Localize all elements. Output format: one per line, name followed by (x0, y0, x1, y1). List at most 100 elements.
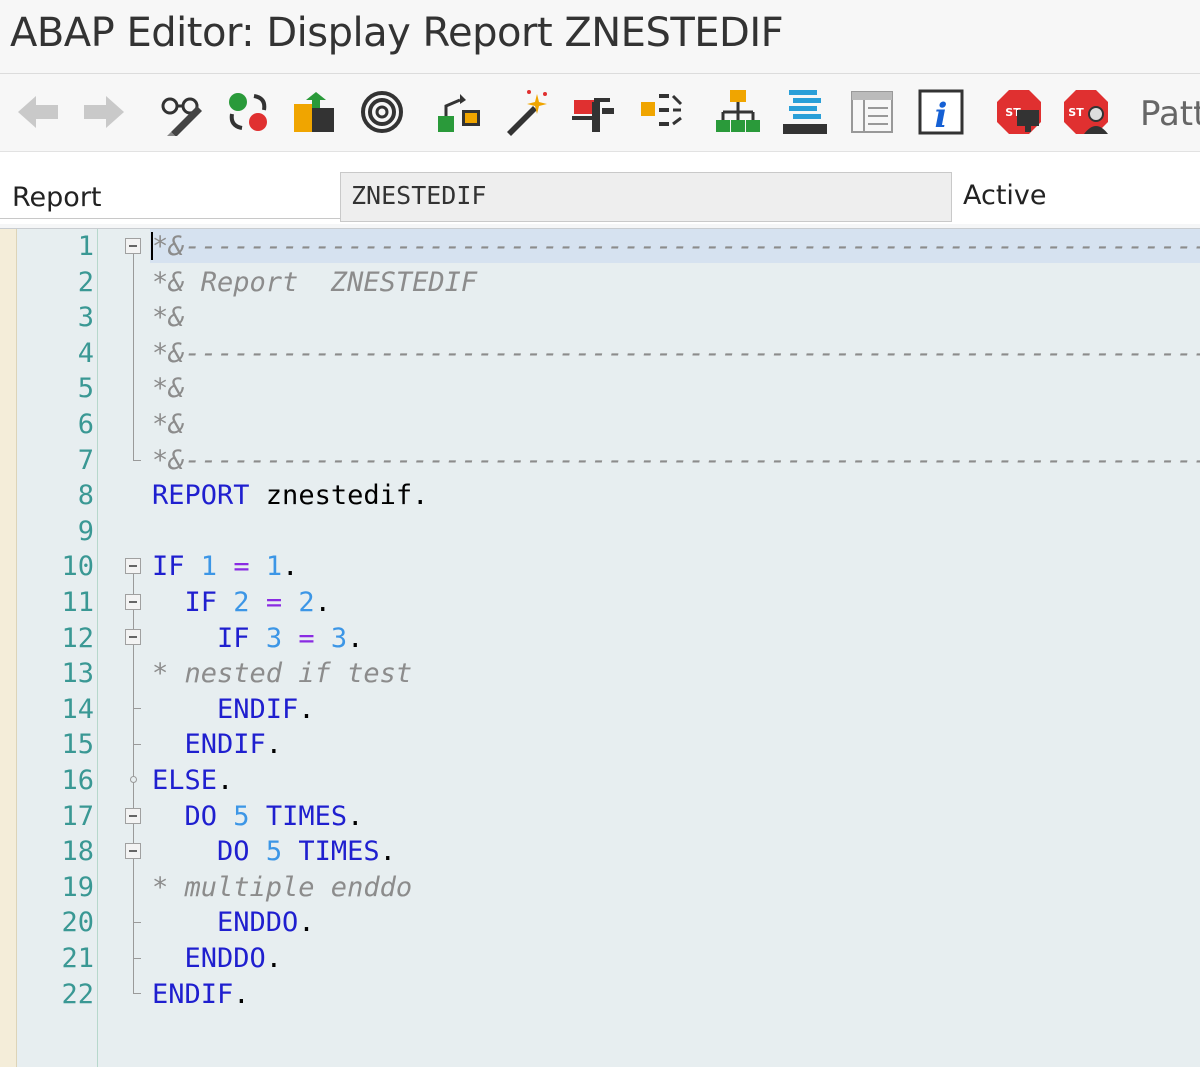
code-token: *& Report ZNESTEDIF (152, 267, 477, 298)
code-line[interactable]: ENDIF. (152, 692, 1200, 727)
code-editor[interactable]: 1 *&-------------------------------------… (0, 228, 1200, 1067)
code-line[interactable]: *& (152, 407, 1200, 442)
code-token (152, 943, 185, 974)
fold-toggle-do-1[interactable] (125, 808, 141, 824)
report-label: Report (12, 182, 102, 213)
line-number: 1 (16, 229, 94, 264)
back-icon[interactable] (14, 88, 62, 136)
code-token (250, 836, 266, 867)
title-bar: ABAP Editor: Display Report ZNESTEDIF (0, 0, 1200, 74)
code-token (250, 801, 266, 832)
code-line[interactable]: IF 2 = 2. (152, 585, 1200, 620)
line-number: 3 (16, 300, 94, 335)
code-line[interactable]: * nested if test (152, 656, 1200, 691)
code-token: znestedif (250, 480, 413, 511)
test-icon[interactable] (503, 88, 551, 136)
code-line[interactable]: IF 1 = 1. (152, 549, 1200, 584)
code-token (152, 729, 185, 760)
code-token: * multiple enddo (152, 872, 412, 903)
code-line[interactable]: IF 3 = 3. (152, 621, 1200, 656)
code-line[interactable]: REPORT znestedif. (152, 478, 1200, 513)
code-token: ENDIF (217, 694, 298, 725)
forward-icon[interactable] (80, 88, 128, 136)
code-token: . (380, 836, 396, 867)
info-icon[interactable]: i (917, 88, 965, 136)
code-token: ENDDO (185, 943, 266, 974)
code-token: REPORT (152, 480, 250, 511)
svg-text:i: i (935, 96, 948, 136)
code-line[interactable]: *&--------------------------------------… (152, 229, 1200, 264)
line-number: 13 (16, 656, 94, 691)
fold-toggle-if-1[interactable] (125, 558, 141, 574)
other-object-icon[interactable] (290, 88, 338, 136)
fold-toggle-do-2[interactable] (125, 843, 141, 859)
enhance-icon[interactable] (848, 88, 896, 136)
line-number: 15 (16, 727, 94, 762)
code-line[interactable]: ENDIF. (152, 727, 1200, 762)
status-label: Active (963, 180, 1047, 211)
code-token (217, 551, 233, 582)
activate-icon[interactable] (436, 88, 484, 136)
code-token: *& (152, 302, 185, 333)
pretty-printer-icon[interactable] (781, 88, 829, 136)
code-token: . (233, 979, 249, 1010)
code-line[interactable]: * multiple enddo (152, 870, 1200, 905)
display-object-list-icon[interactable] (637, 88, 685, 136)
line-number: 9 (16, 514, 94, 549)
report-name-field[interactable]: ZNESTEDIF (340, 172, 952, 222)
code-line[interactable] (152, 514, 1200, 549)
code-line[interactable]: ENDDO. (152, 941, 1200, 976)
code-line[interactable]: ELSE. (152, 763, 1200, 798)
code-token: 1 (266, 551, 282, 582)
code-token: 5 (266, 836, 282, 867)
code-line[interactable]: *&--------------------------------------… (152, 443, 1200, 478)
code-line[interactable]: *& (152, 371, 1200, 406)
code-token (152, 836, 217, 867)
report-label-underline (0, 218, 340, 219)
code-token (152, 907, 217, 938)
editor-margin (0, 229, 17, 1067)
code-token: . (217, 765, 233, 796)
line-number: 16 (16, 763, 94, 798)
line-number: 10 (16, 549, 94, 584)
pattern-button[interactable]: Patt (1140, 94, 1200, 134)
code-line[interactable]: DO 5 TIMES. (152, 799, 1200, 834)
line-number: 4 (16, 336, 94, 371)
fold-toggle-header[interactable] (125, 238, 141, 254)
code-token: ENDIF (185, 729, 266, 760)
code-token (152, 694, 217, 725)
code-token: . (266, 943, 282, 974)
fold-end-tick (133, 993, 141, 994)
code-line[interactable]: DO 5 TIMES. (152, 834, 1200, 869)
set-breakpoint-icon[interactable]: ST (995, 88, 1043, 136)
code-token: ELSE (152, 765, 217, 796)
where-used-icon[interactable] (570, 88, 618, 136)
code-token (250, 587, 266, 618)
external-breakpoint-icon[interactable]: ST (1062, 88, 1110, 136)
code-line[interactable]: *& Report ZNESTEDIF (152, 265, 1200, 300)
code-token (250, 623, 266, 654)
fold-end-tick (133, 744, 141, 745)
fold-toggle-if-2[interactable] (125, 594, 141, 610)
code-token: 3 (266, 623, 282, 654)
navigation-window-icon[interactable] (714, 88, 762, 136)
code-token: . (315, 587, 331, 618)
fold-guide (133, 254, 134, 461)
active-inactive-icon[interactable] (224, 88, 272, 136)
display-change-icon[interactable] (157, 88, 205, 136)
code-token: . (347, 801, 363, 832)
fold-toggle-if-3[interactable] (125, 629, 141, 645)
code-line[interactable]: ENDDO. (152, 905, 1200, 940)
code-token: *& (152, 373, 185, 404)
code-token: = (298, 623, 314, 654)
code-token: *&--------------------------------------… (152, 338, 1200, 369)
code-token: ENDDO (217, 907, 298, 938)
code-token: 1 (201, 551, 217, 582)
check-icon[interactable] (358, 88, 406, 136)
line-number: 17 (16, 799, 94, 834)
code-line[interactable]: *&--------------------------------------… (152, 336, 1200, 371)
code-line[interactable]: ENDIF. (152, 977, 1200, 1012)
fold-end-tick (133, 922, 141, 923)
code-token: *& (152, 409, 185, 440)
code-line[interactable]: *& (152, 300, 1200, 335)
